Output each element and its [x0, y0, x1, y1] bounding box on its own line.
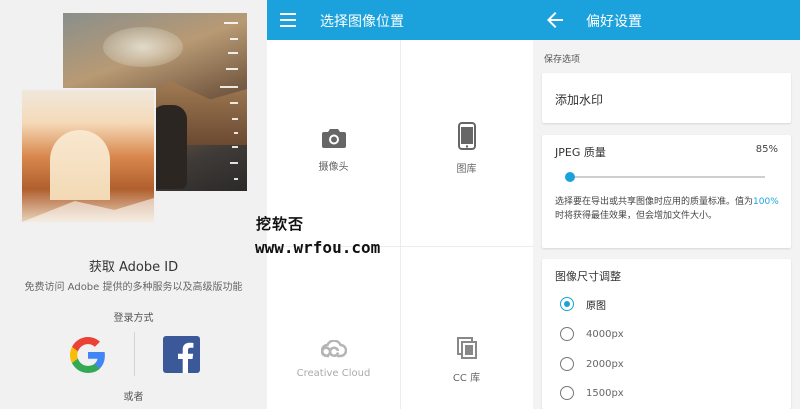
- radio-unselected-icon: [560, 327, 574, 341]
- jpeg-quality-slider-track[interactable]: [569, 176, 765, 178]
- tile-creative-cloud[interactable]: Creative Cloud: [267, 339, 400, 379]
- google-icon: [70, 337, 105, 373]
- jpeg-quality-label: JPEG 质量: [555, 146, 606, 159]
- add-watermark-option[interactable]: 添加水印: [542, 73, 791, 123]
- add-watermark-label: 添加水印: [555, 93, 604, 107]
- facebook-icon: [178, 342, 194, 373]
- resize-option-original[interactable]: 原图: [560, 295, 606, 313]
- facebook-login-button[interactable]: [163, 336, 200, 373]
- radio-unselected-icon: [560, 386, 574, 400]
- camera-icon: [321, 129, 346, 148]
- phone-gallery-icon: [457, 122, 476, 150]
- image-location-panel: 选择图像位置 摄像头 图库 Creative Cloud CC 库: [267, 0, 533, 409]
- adobe-id-title: 获取 Adobe ID: [88, 260, 179, 275]
- tile-label: 摄像头: [318, 162, 349, 173]
- preferences-panel: 偏好设置 保存选项 添加水印 JPEG 质量 85% 选择要在导出或共享图像时应…: [533, 0, 800, 409]
- tile-camera[interactable]: 摄像头: [267, 128, 400, 173]
- image-resize-header: 图像尺寸调整: [555, 270, 621, 283]
- jpeg-quality-slider-thumb[interactable]: [565, 172, 575, 182]
- resize-option-label: 原图: [586, 300, 606, 312]
- page-title: 选择图像位置: [320, 14, 404, 30]
- login-divider: [134, 332, 135, 376]
- resize-option-1500px[interactable]: 1500px: [560, 384, 624, 402]
- app-bar: 偏好设置: [533, 0, 800, 40]
- or-label: 或者: [123, 392, 144, 403]
- tile-cc-library[interactable]: CC 库: [400, 337, 533, 384]
- image-resize-card: 图像尺寸调整 原图 4000px 2000px 1500px: [542, 259, 791, 409]
- resize-option-label: 4000px: [586, 328, 624, 340]
- save-options-label: 保存选项: [544, 55, 581, 65]
- resize-option-4000px[interactable]: 4000px: [560, 325, 624, 343]
- watermark-site-url: www.wrfou.com: [255, 238, 381, 257]
- photo-edit-sliders-decoration: [214, 18, 240, 188]
- adobe-id-subtitle: 免费访问 Adobe 提供的多种服务以及高级版功能: [24, 282, 243, 293]
- radio-unselected-icon: [560, 357, 574, 371]
- tile-label: Creative Cloud: [296, 368, 371, 379]
- tile-gallery[interactable]: 图库: [400, 122, 533, 175]
- radio-selected-icon: [560, 297, 574, 311]
- back-arrow-icon[interactable]: [546, 11, 564, 29]
- resize-option-2000px[interactable]: 2000px: [560, 355, 624, 373]
- tile-label: CC 库: [452, 373, 481, 384]
- resize-option-label: 1500px: [586, 387, 624, 399]
- login-methods-label: 登录方式: [113, 313, 154, 324]
- page-title: 偏好设置: [586, 14, 642, 30]
- jpeg-quality-description: 选择要在导出或共享图像时应用的质量标准。值为100% 时将获得最佳效果，但会增加…: [555, 197, 779, 221]
- resize-option-label: 2000px: [586, 358, 624, 370]
- hamburger-menu-icon[interactable]: [280, 13, 296, 27]
- jpeg-quality-value: 85%: [755, 144, 778, 155]
- foreground-photo-arch: [20, 88, 156, 224]
- creative-cloud-icon: [320, 339, 347, 358]
- watermark-site-name: 挖软否: [256, 215, 305, 233]
- cc-library-icon: [456, 337, 477, 359]
- tile-label: 图库: [456, 164, 477, 175]
- app-bar: 选择图像位置: [267, 0, 533, 40]
- google-login-button[interactable]: [66, 334, 110, 376]
- adobe-id-panel: 获取 Adobe ID 免费访问 Adobe 提供的多种服务以及高级版功能 登录…: [0, 0, 267, 409]
- jpeg-quality-card: JPEG 质量 85% 选择要在导出或共享图像时应用的质量标准。值为100% 时…: [542, 135, 791, 248]
